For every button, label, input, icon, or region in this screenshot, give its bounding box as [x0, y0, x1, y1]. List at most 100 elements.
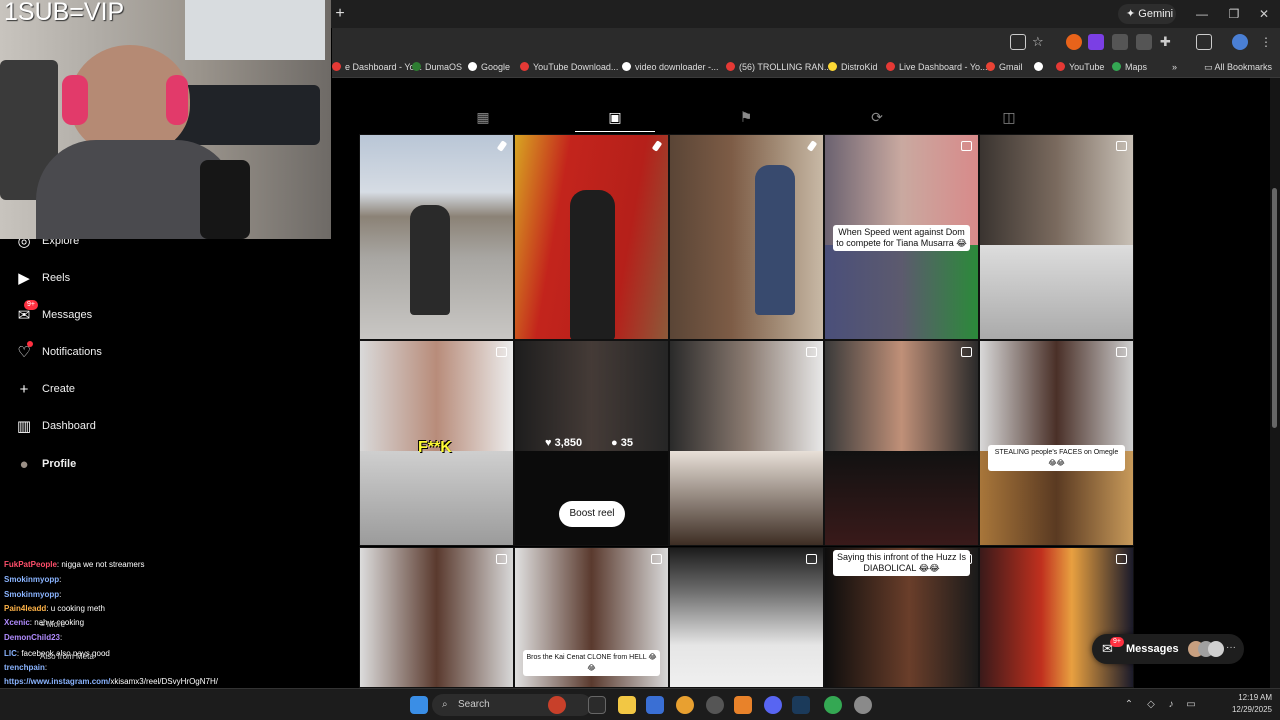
chrome-icon[interactable] [824, 696, 842, 714]
sidebar-item-messages[interactable]: ✉ 9+ Messages [14, 300, 314, 328]
reel-thumbnail[interactable] [359, 547, 514, 688]
extension-icon[interactable] [1136, 34, 1152, 50]
battery-icon[interactable]: ▭ [1184, 698, 1198, 712]
reposts-icon[interactable]: ⟳ [868, 108, 886, 126]
task-view-icon[interactable] [588, 696, 606, 714]
bookmark-item[interactable]: Gmail [986, 60, 1023, 74]
close-window-button[interactable]: ✕ [1252, 4, 1276, 24]
all-bookmarks-button[interactable]: ▭ All Bookmarks [1204, 60, 1272, 74]
minimize-button[interactable]: — [1190, 4, 1214, 24]
reel-thumbnail[interactable]: When Speed went against Dom to compete f… [824, 134, 979, 340]
page-scrollbar[interactable] [1270, 78, 1280, 688]
discord-icon[interactable] [764, 696, 782, 714]
more-icon: ··· [1226, 642, 1236, 653]
avatar [1208, 641, 1224, 657]
reels-tab-icon[interactable]: ▣ [606, 108, 624, 126]
reel-thumbnail[interactable] [669, 340, 824, 546]
sidebar-item-reels[interactable]: ▶ Reels [14, 267, 314, 291]
taskbar-app-icon[interactable] [706, 696, 724, 714]
bookmark-item[interactable]: YouTube [1056, 60, 1104, 74]
windows-start-icon[interactable] [410, 696, 428, 714]
messages-floating-button[interactable]: ✉ 9+ Messages ··· [1092, 634, 1244, 664]
sidebar-item-profile[interactable]: ● Profile [14, 453, 314, 477]
maximize-button[interactable]: ❐ [1222, 4, 1246, 24]
sidebar-item-label: Notifications [42, 346, 102, 358]
taskbar-app-icon[interactable] [854, 696, 872, 714]
install-app-icon[interactable] [1010, 34, 1026, 50]
bookmark-item[interactable]: (56) TROLLING RAN... [726, 60, 831, 74]
reel-thumbnail[interactable]: Bros the Kai Cenat CLONE from HELL 😂😂 [514, 547, 669, 688]
bookmark-item[interactable]: Maps [1112, 60, 1147, 74]
reel-thumbnail[interactable] [979, 134, 1134, 340]
reel-thumbnail[interactable] [514, 134, 669, 340]
kebab-menu-icon[interactable]: ⋮ [1258, 34, 1274, 50]
reel-thumbnail[interactable] [669, 547, 824, 688]
extension-icon[interactable] [1088, 34, 1104, 50]
reel-thumbnail[interactable]: Saying this infront of the Huzz Is DIABO… [824, 547, 979, 688]
chrome-icon[interactable] [676, 696, 694, 714]
bookmark-item[interactable]: DumaOS [412, 60, 462, 74]
sidebar-item-label: Create [42, 383, 76, 395]
volume-icon[interactable]: ♪ [1164, 698, 1178, 712]
gemini-button[interactable]: ✦ Gemini [1118, 4, 1176, 24]
bookmark-item[interactable]: Live Dashboard - Yo... [886, 60, 988, 74]
network-icon[interactable]: ◇ [1144, 698, 1158, 712]
microphone [200, 160, 250, 239]
chevron-up-icon[interactable]: ⌃ [1122, 698, 1136, 712]
bookmarks-overflow-button[interactable]: » [1172, 60, 1177, 74]
menu-icon: ≡ [40, 620, 47, 629]
boost-reel-button[interactable]: Boost reel [559, 501, 625, 527]
headphones [62, 75, 88, 125]
saved-icon[interactable]: ⚑ [737, 108, 755, 126]
bookmark-favicon-icon [886, 62, 895, 71]
taskbar-search[interactable]: ⌕ Search [432, 694, 592, 716]
reel-thumbnail[interactable]: STEALING people's FACES on Omegle 😂😂 [979, 340, 1134, 546]
sidebar-item-notifications[interactable]: ♡ Notifications [14, 341, 314, 365]
puzzle-icon[interactable]: ✚ [1160, 34, 1176, 50]
sidebar-item-create[interactable]: + Create [14, 378, 314, 402]
reel-icon [651, 554, 662, 564]
reel-thumbnail-hovered[interactable]: ♥ 3,850 ● 35 Boost reel [514, 340, 669, 546]
taskbar-app-icon[interactable] [734, 696, 752, 714]
avatar[interactable] [1232, 34, 1248, 50]
sidepanel-icon[interactable] [1196, 34, 1212, 50]
instagram-sidebar: ◎ Explore ▶ Reels ✉ 9+ Messages ♡ Notifi… [0, 230, 332, 490]
extension-icon[interactable] [1066, 34, 1082, 50]
unread-badge: 9+ [24, 300, 38, 310]
tagged-icon[interactable]: ◫ [1000, 108, 1018, 126]
reels-icon: ▶ [18, 270, 30, 287]
sidebar-item-also-from-meta[interactable]: Also from Meta [40, 652, 94, 661]
steam-icon[interactable] [792, 696, 810, 714]
bookmark-item[interactable]: video downloader -... [622, 60, 719, 74]
store-icon[interactable] [646, 696, 664, 714]
bookmark-item[interactable]: Google [468, 60, 510, 74]
file-explorer-icon[interactable] [618, 696, 636, 714]
headphones [166, 75, 188, 125]
reel-thumbnail[interactable] [669, 134, 824, 340]
taskbar-clock[interactable]: 12:19 AM 12/29/2025 [1216, 692, 1272, 716]
sidebar-item-more[interactable]: ≡ More [40, 620, 65, 629]
bookmark-favicon-icon [1056, 62, 1065, 71]
reel-thumbnail[interactable] [979, 547, 1134, 688]
bookmark-star-icon[interactable]: ☆ [1032, 34, 1048, 50]
reel-icon [496, 554, 507, 564]
bookmark-item[interactable]: e Dashboard - Yo... [332, 60, 422, 74]
bookmark-item[interactable] [1034, 60, 1047, 74]
scrollbar-thumb[interactable] [1272, 188, 1277, 428]
extension-icon[interactable] [1112, 34, 1128, 50]
bookmark-favicon-icon [622, 62, 631, 71]
gemini-label: Gemini [1138, 8, 1174, 20]
reel-thumbnail[interactable]: F**K [359, 340, 514, 546]
sidebar-item-dashboard[interactable]: ▥ Dashboard [14, 415, 314, 439]
hover-overlay: ♥ 3,850 ● 35 [515, 341, 668, 451]
reel-thumbnail[interactable] [824, 340, 979, 546]
new-tab-button[interactable]: + [330, 4, 350, 24]
grid-icon[interactable]: ▦ [474, 108, 492, 126]
stream-chat: FukPatPeople: nigga we not streamers Smo… [0, 558, 332, 688]
bookmark-item[interactable]: DistroKid [828, 60, 878, 74]
folder-icon: ▭ [1204, 62, 1215, 72]
reel-thumbnail[interactable] [359, 134, 514, 340]
bookmarks-bar: e Dashboard - Yo... DumaOS Google YouTub… [332, 56, 1280, 78]
taskbar-app-icon[interactable] [548, 696, 566, 714]
bookmark-item[interactable]: YouTube Download... [520, 60, 618, 74]
